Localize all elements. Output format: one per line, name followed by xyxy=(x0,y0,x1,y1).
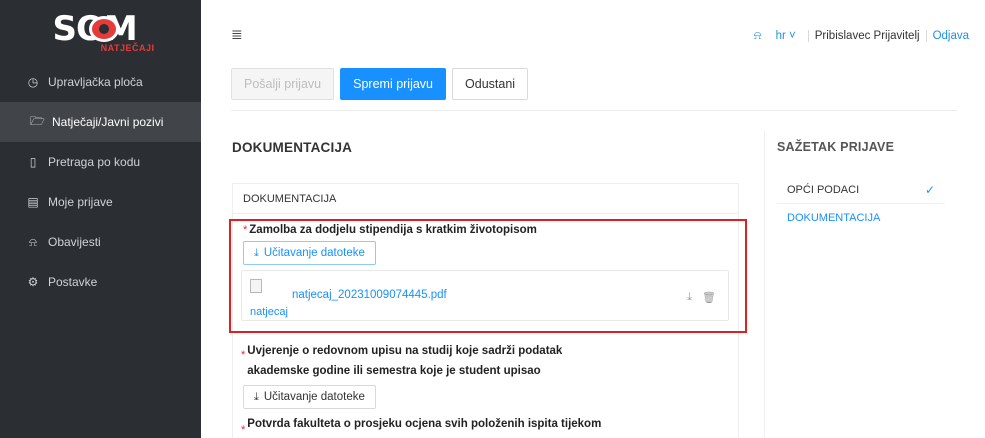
user-name: Pribislavec Prijavitelj xyxy=(814,29,920,42)
required-marker: * xyxy=(241,424,246,436)
file-search-icon: ▯ xyxy=(29,155,37,169)
logo-subtitle: NATJEČAJI xyxy=(100,43,155,53)
save-application-button[interactable]: Spremi prijavu xyxy=(340,68,447,100)
file-text-icon: ▤ xyxy=(27,195,39,209)
summary-item-label: DOKUMENTACIJA xyxy=(787,212,881,224)
menu-toggle-icon[interactable]: ≣ xyxy=(231,26,243,43)
field-label: Potvrda fakulteta o prosjeku ocjena svih… xyxy=(247,418,602,430)
field-label-line: Uvjerenje o redovnom upisu na studij koj… xyxy=(247,345,563,357)
cancel-button[interactable]: Odustani xyxy=(452,68,529,100)
document-field-grades: * Potvrda fakulteta o prosjeku ocjena sv… xyxy=(241,418,731,436)
summary-title: SAŽETAK PRIJAVE xyxy=(777,140,895,154)
sidebar: SOM NATJEČAJI ◷ Upravljačka ploča 🗁 Natj… xyxy=(0,0,201,438)
check-icon: ✓ xyxy=(924,182,935,197)
sidebar-item-calls[interactable]: 🗁 Natječaji/Javni pozivi xyxy=(0,102,201,142)
divider xyxy=(925,29,927,42)
folder-open-icon: 🗁 xyxy=(30,113,45,128)
required-marker: * xyxy=(241,349,246,361)
upload-button[interactable]: ⤓ Učitavanje datoteke xyxy=(243,385,376,409)
sidebar-nav: ◷ Upravljačka ploča 🗁 Natječaji/Javni po… xyxy=(0,62,201,302)
bell-icon: ⍾ xyxy=(29,234,37,249)
logo-mark: SOM NATJEČAJI xyxy=(41,9,161,53)
field-label-line: akademske godine ili semestra koje je st… xyxy=(247,365,541,377)
upload-button-label: Učitavanje datoteke xyxy=(263,391,365,403)
section-title: DOKUMENTACIJA xyxy=(232,140,353,155)
sidebar-item-label: Obavijesti xyxy=(48,235,101,249)
sidebar-item-label: Moje prijave xyxy=(48,195,113,209)
logo[interactable]: SOM NATJEČAJI xyxy=(0,0,201,62)
gear-icon: ⚙ xyxy=(27,275,39,289)
topbar-right: ⍾ hr ˅ Pribislavec Prijavitelj Odjava xyxy=(754,28,969,43)
application-summary: SAŽETAK PRIJAVE OPĆI PODACI ✓ DOKUMENTAC… xyxy=(777,140,945,232)
sidebar-item-code-search[interactable]: ▯ Pretraga po kodu xyxy=(0,142,201,182)
summary-item-label: OPĆI PODACI xyxy=(787,183,860,196)
sidebar-item-label: Pretraga po kodu xyxy=(48,155,141,169)
field-label-row: * Uvjerenje o redovnom upisu na studij k… xyxy=(241,341,731,381)
actions-divider xyxy=(231,110,957,111)
language-value: hr xyxy=(775,29,786,42)
sidebar-item-dashboard[interactable]: ◷ Upravljačka ploča xyxy=(0,62,201,102)
sidebar-item-notifications[interactable]: ⍾ Obavijesti xyxy=(0,222,201,262)
highlight-box xyxy=(229,219,747,333)
topbar: ≣ ⍾ hr ˅ Pribislavec Prijavitelj Odjava xyxy=(201,0,985,62)
field-label: Uvjerenje o redovnom upisu na studij koj… xyxy=(247,341,562,381)
notification-bell-icon[interactable]: ⍾ xyxy=(754,28,762,43)
summary-item-general[interactable]: OPĆI PODACI ✓ xyxy=(777,176,945,204)
document-field-enrollment: * Uvjerenje o redovnom upisu na studij k… xyxy=(241,341,731,409)
sidebar-item-label: Postavke xyxy=(48,275,98,289)
divider xyxy=(807,29,809,42)
sidebar-item-label: Natječaji/Javni pozivi xyxy=(52,115,164,129)
language-select[interactable]: hr ˅ xyxy=(776,30,796,42)
panel-title: DOKUMENTACIJA xyxy=(233,184,738,214)
summary-item-documentation[interactable]: DOKUMENTACIJA xyxy=(777,204,945,232)
form-actions: Pošalji prijavu Spremi prijavu Odustani xyxy=(231,68,529,100)
sidebar-item-my-applications[interactable]: ▤ Moje prijave xyxy=(0,182,201,222)
logo-eye-icon xyxy=(88,16,119,42)
send-application-button[interactable]: Pošalji prijavu xyxy=(231,68,335,100)
upload-icon: ⤓ xyxy=(254,390,259,403)
sidebar-item-label: Upravljačka ploča xyxy=(48,75,143,89)
dashboard-icon: ◷ xyxy=(27,75,39,89)
sidebar-item-settings[interactable]: ⚙ Postavke xyxy=(0,262,201,302)
app-root: SOM NATJEČAJI ◷ Upravljačka ploča 🗁 Natj… xyxy=(0,0,985,438)
summary-divider xyxy=(764,130,765,438)
logout-link[interactable]: Odjava xyxy=(933,30,969,42)
